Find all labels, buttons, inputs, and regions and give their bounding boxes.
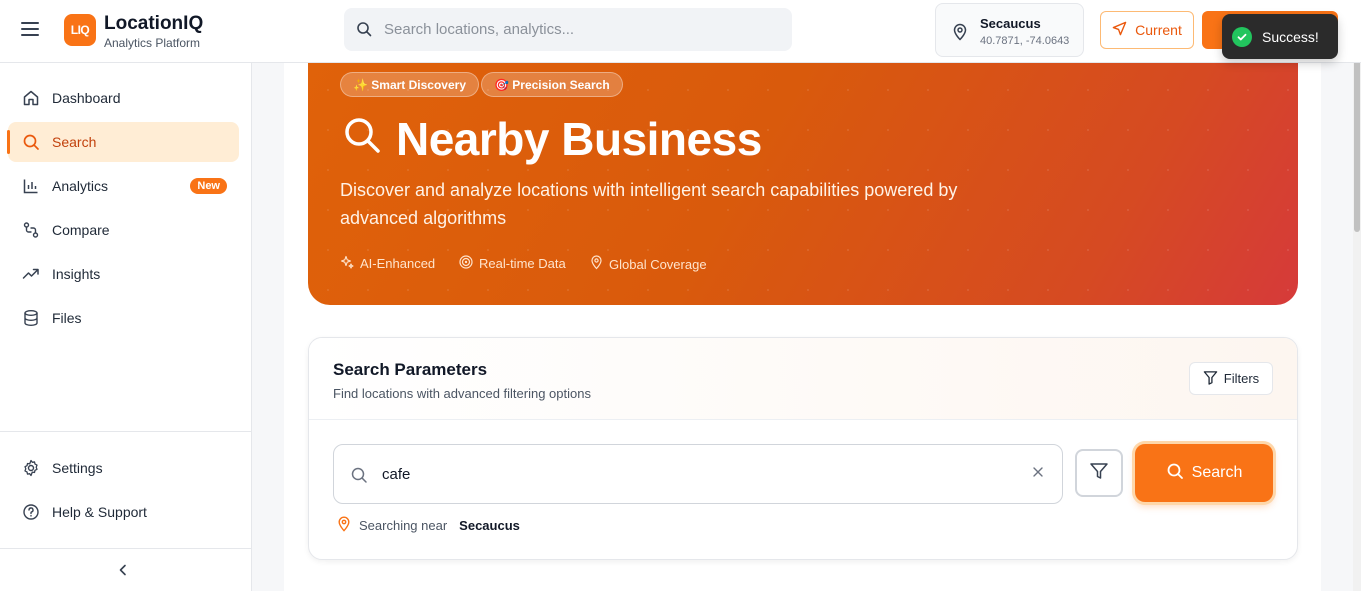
feature-label: Global Coverage [609,256,707,272]
sidebar-item-settings[interactable]: Settings [8,448,239,488]
panel-header: Search Parameters Find locations with ad… [309,338,1297,420]
sidebar-item-label: Settings [52,460,103,476]
search-icon [342,112,382,166]
location-coords: 40.7871, -74.0643 [980,35,1070,47]
sidebar-item-label: Search [52,134,97,150]
location-card[interactable]: Secaucus 40.7871, -74.0643 [935,3,1084,57]
search-parameters-panel: Search Parameters Find locations with ad… [308,337,1298,560]
sidebar-item-label: Insights [52,266,101,282]
hero-description: Discover and analyze locations with inte… [340,180,958,228]
help-icon [22,503,40,521]
filters-button[interactable]: Filters [1189,362,1273,395]
filters-label: Filters [1223,371,1260,386]
bar-chart-icon [22,177,40,195]
sparkles-icon [340,255,354,272]
panel-subtitle: Find locations with advanced filtering o… [333,386,591,401]
search-button-label: Search [1191,464,1243,481]
sidebar-item-label: Analytics [52,178,109,194]
near-city: Secaucus [459,518,520,533]
sidebar-item-compare[interactable]: Compare [8,210,239,250]
success-toast: Success! [1222,14,1338,59]
location-city: Secaucus [980,16,1041,31]
sidebar: Dashboard Search Analytics New Compare I… [0,63,252,591]
logo-badge: LIQ [64,14,96,46]
query-input[interactable] [382,445,1022,503]
sidebar-item-analytics[interactable]: Analytics New [8,166,239,206]
sidebar-item-help[interactable]: Help & Support [8,492,239,532]
feature-realtime-data: Real-time Data [459,255,566,272]
searching-near: Searching near Secaucus [337,516,520,535]
sidebar-item-files[interactable]: Files [8,298,239,338]
sidebar-divider [0,548,251,549]
map-pin-icon [590,255,603,273]
gear-icon [22,459,40,477]
close-icon[interactable] [1031,465,1045,484]
database-icon [22,309,40,327]
search-icon [350,466,368,489]
feature-label: AI-Enhanced [360,256,436,271]
panel-title: Search Parameters [333,360,488,379]
current-location-button[interactable]: Current [1100,11,1194,49]
sidebar-item-insights[interactable]: Insights [8,254,239,294]
new-badge: New [190,178,227,194]
home-icon [22,89,40,107]
sidebar-item-label: Files [52,310,82,326]
feature-global-coverage: Global Coverage [590,255,707,273]
global-search [344,8,792,51]
feature-ai-enhanced: AI-Enhanced [340,255,435,272]
compare-icon [22,221,40,239]
sidebar-item-label: Compare [52,222,110,238]
scrollbar-thumb[interactable] [1354,52,1360,232]
current-label: Current [1135,22,1182,38]
smart-discovery-pill: ✨ Smart Discovery [340,72,479,97]
sidebar-item-dashboard[interactable]: Dashboard [8,78,239,118]
top-bar: LIQ LocationIQ Analytics Platform Secauc… [0,0,1361,63]
search-button[interactable]: Search [1135,444,1273,502]
map-pin-icon [952,23,968,46]
sidebar-item-label: Help & Support [52,504,147,520]
page-title: Nearby Business [342,112,762,166]
near-prefix: Searching near [359,518,448,533]
search-icon [356,21,372,42]
sidebar-divider [0,431,251,432]
sidebar-item-search[interactable]: Search [7,122,239,162]
hero-banner: ✨ Smart Discovery 🎯 Precision Search Nea… [308,30,1298,305]
query-field [333,444,1063,504]
trend-icon [22,265,40,283]
advanced-filter-button[interactable] [1075,449,1123,497]
search-icon [1166,462,1184,485]
scrollbar[interactable] [1353,48,1361,591]
search-icon [22,133,40,151]
navigation-icon [1112,21,1127,39]
page-title-text: Nearby Business [396,113,762,165]
feature-label: Real-time Data [479,256,566,271]
map-pin-icon [337,516,351,535]
precision-search-pill: 🎯 Precision Search [481,72,623,97]
sidebar-item-label: Dashboard [52,90,121,106]
brand-name: LocationIQ [104,13,204,34]
target-icon [459,255,473,272]
menu-icon[interactable] [21,22,39,38]
toast-message: Success! [1262,28,1319,45]
filter-icon [1203,370,1218,388]
filter-icon [1089,461,1109,486]
chevron-left-icon[interactable] [116,563,130,582]
brand-subtitle: Analytics Platform [104,36,201,50]
global-search-input[interactable] [384,8,779,51]
check-icon [1232,26,1252,47]
